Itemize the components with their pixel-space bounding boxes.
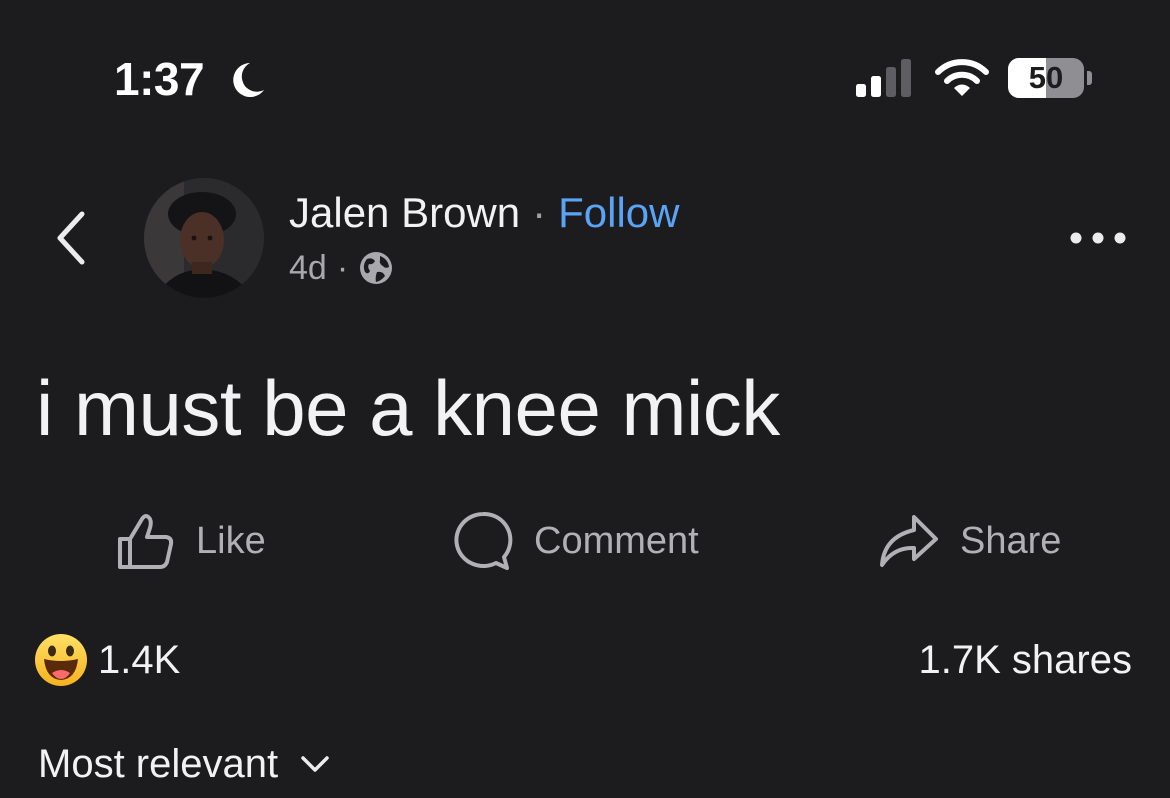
battery-indicator: 50 (1008, 58, 1084, 98)
post-header: Jalen Brown · Follow (289, 186, 680, 240)
more-options-icon[interactable] (1066, 220, 1130, 256)
battery-level: 50 (1028, 60, 1064, 95)
moon-icon (233, 63, 264, 97)
post-text: i must be a knee mick (36, 364, 780, 452)
post-detail-screen: 1:37 50 Jalen Brown · Follow 4d · i must… (0, 0, 1170, 798)
share-label: Share (960, 519, 1062, 562)
battery-cap (1087, 71, 1092, 85)
chevron-down-icon (301, 756, 329, 772)
cellular-signal-icon (856, 59, 911, 97)
globe-icon (360, 252, 393, 284)
meta-separator: · (336, 248, 349, 287)
status-time: 1:37 (114, 53, 205, 105)
sort-label: Most relevant (38, 741, 279, 786)
comment-sort-dropdown[interactable]: Most relevant (38, 736, 330, 792)
like-button[interactable]: Like (116, 508, 266, 574)
avatar-photo (144, 178, 264, 298)
header-separator: · (532, 189, 547, 236)
back-button[interactable] (50, 208, 94, 268)
follow-button[interactable]: Follow (558, 186, 679, 240)
share-button[interactable]: Share (878, 508, 1061, 574)
haha-reaction-icon (35, 634, 87, 686)
post-age[interactable]: 4d (289, 249, 327, 288)
thumbs-up-icon (118, 514, 174, 569)
wifi-icon (935, 59, 989, 96)
author-name[interactable]: Jalen Brown (289, 186, 520, 240)
comment-bubble-icon (454, 511, 513, 570)
comment-label: Comment (534, 519, 699, 562)
reaction-count: 1.4K (98, 637, 181, 682)
post-meta: 4d · (289, 248, 394, 288)
comment-button[interactable]: Comment (452, 508, 699, 574)
like-label: Like (196, 519, 266, 562)
share-arrow-icon (880, 515, 938, 567)
reaction-summary[interactable]: 1.4K (34, 632, 180, 688)
author-avatar[interactable] (144, 178, 264, 298)
shares-count[interactable]: 1.7K shares (919, 632, 1132, 688)
